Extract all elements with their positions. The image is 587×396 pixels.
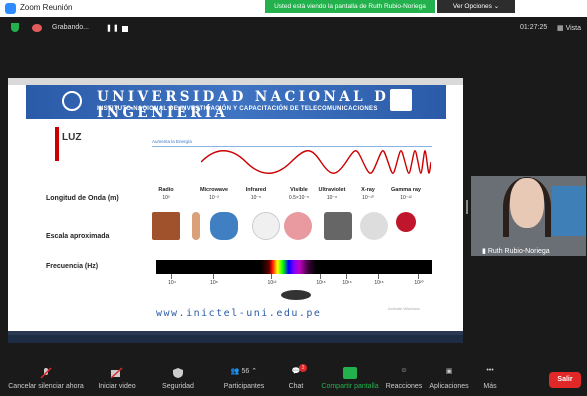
category-label: Radio <box>158 187 174 193</box>
muted-mic-icon <box>40 367 52 379</box>
video-off-icon <box>110 367 123 379</box>
participant-name: ▮ Ruth Rubio-Noriega <box>482 247 550 255</box>
view-button[interactable]: ▦ Vista <box>557 24 581 32</box>
university-header: UNIVERSIDAD NACIONAL DE INGENIERÍA INSTI… <box>26 85 446 121</box>
recording-label: Grabando... <box>52 24 89 31</box>
person-image <box>192 212 200 240</box>
powerpoint-titlebar <box>8 78 463 85</box>
wave-graphic <box>201 150 431 174</box>
chat-label: Chat <box>288 383 304 390</box>
participant-face <box>510 178 544 228</box>
university-seal-icon <box>62 91 82 111</box>
pause-recording-button[interactable]: ❚❚ <box>106 24 120 32</box>
nucleus-image <box>396 212 416 232</box>
view-label: Vista <box>565 25 581 32</box>
shield-icon[interactable] <box>11 23 19 32</box>
frequency-value: 10²⁰ <box>414 280 424 286</box>
frequency-value: 10¹⁶ <box>342 280 352 286</box>
atom-image <box>360 212 388 240</box>
more-label: Más <box>483 383 497 390</box>
view-options-button[interactable]: Ver Opciones ⌄ <box>437 0 515 13</box>
panel-resize-handle[interactable] <box>466 200 468 214</box>
frequency-value: 10¹² <box>267 280 277 286</box>
shared-screen[interactable]: UNIVERSIDAD NACIONAL DE INGENIERÍA INSTI… <box>8 78 463 343</box>
needle-point-image <box>252 212 280 240</box>
wavelength-value: 10⁻² <box>209 195 219 201</box>
protozoa-image <box>284 212 312 240</box>
unmute-button[interactable]: Cancelar silenciar ahora <box>6 367 86 390</box>
recording-icon <box>32 24 42 32</box>
video-label: Iniciar video <box>98 383 136 390</box>
chat-icon: 💬 3 <box>289 364 307 379</box>
slide-topic: LUZ <box>62 132 82 143</box>
category-label: Gamma ray <box>391 187 421 193</box>
energy-label: Aumenta la Energía <box>152 139 192 144</box>
unmute-label: Cancelar silenciar ahora <box>8 383 84 390</box>
frequency-value: 10¹⁸ <box>374 280 384 286</box>
more-dots-icon: ••• <box>486 367 494 374</box>
row-label-wavelength: Longitud de Onda (m) <box>46 195 119 202</box>
buildings-image <box>152 212 180 240</box>
inictel-logo-icon <box>390 89 412 111</box>
apps-icon: ▣ <box>445 368 453 375</box>
category-label: Infrared <box>245 187 267 193</box>
category-label: Microwave <box>199 187 229 193</box>
topic-accent-bar <box>55 127 59 161</box>
stop-recording-button[interactable] <box>122 26 128 32</box>
molecule-image <box>324 212 352 240</box>
category-label: Ultraviolet <box>318 187 346 193</box>
windows-taskbar <box>8 335 463 343</box>
participant-name-text: Ruth Rubio-Noriega <box>487 248 550 255</box>
frequency-value: 10⁴ <box>168 280 176 286</box>
eye-icon <box>281 290 311 300</box>
window-title: Zoom Reunión <box>20 3 73 12</box>
website-url: www.inictel-uni.edu.pe <box>156 308 322 319</box>
share-screen-icon <box>343 367 357 379</box>
wavelength-value: 10⁻⁸ <box>326 195 338 201</box>
leave-button[interactable]: Salir <box>549 372 581 388</box>
signal-icon: ▮ <box>482 248 486 255</box>
meeting-clock: 01:27:25 <box>520 24 548 31</box>
share-banner: Usted está viendo la pantalla de Ruth Ru… <box>265 0 435 13</box>
participants-count: 56 <box>241 368 250 375</box>
wavelength-value: 10⁻⁵ <box>250 195 262 201</box>
row-label-frequency: Frecuencia (Hz) <box>46 263 99 270</box>
zoom-logo-icon <box>5 3 16 14</box>
category-label: X-ray <box>361 187 375 193</box>
video-background-building <box>552 186 586 236</box>
more-button[interactable]: ••• Más <box>455 367 525 390</box>
chat-badge: 3 <box>299 364 307 372</box>
wavelength-value: 10³ <box>162 195 170 201</box>
butterfly-image <box>210 212 238 240</box>
security-label: Seguridad <box>162 383 194 390</box>
activate-windows-watermark: Activate Windows <box>388 306 420 311</box>
institute-name: INSTITUTO NACIONAL DE INVESTIGACIÓN Y CA… <box>97 106 378 112</box>
presentation-slide: UNIVERSIDAD NACIONAL DE INGENIERÍA INSTI… <box>26 85 446 331</box>
wavelength-value: 10⁻¹² <box>400 195 412 201</box>
wavelength-value: 10⁻¹⁰ <box>362 195 374 201</box>
frequency-spectrum-bar <box>156 260 432 274</box>
frequency-value: 10⁸ <box>210 280 218 286</box>
shield-icon <box>173 368 183 378</box>
row-label-scale: Escala aproximada <box>46 233 110 240</box>
participants-icon: 👥 56 ⌃ <box>230 368 258 375</box>
